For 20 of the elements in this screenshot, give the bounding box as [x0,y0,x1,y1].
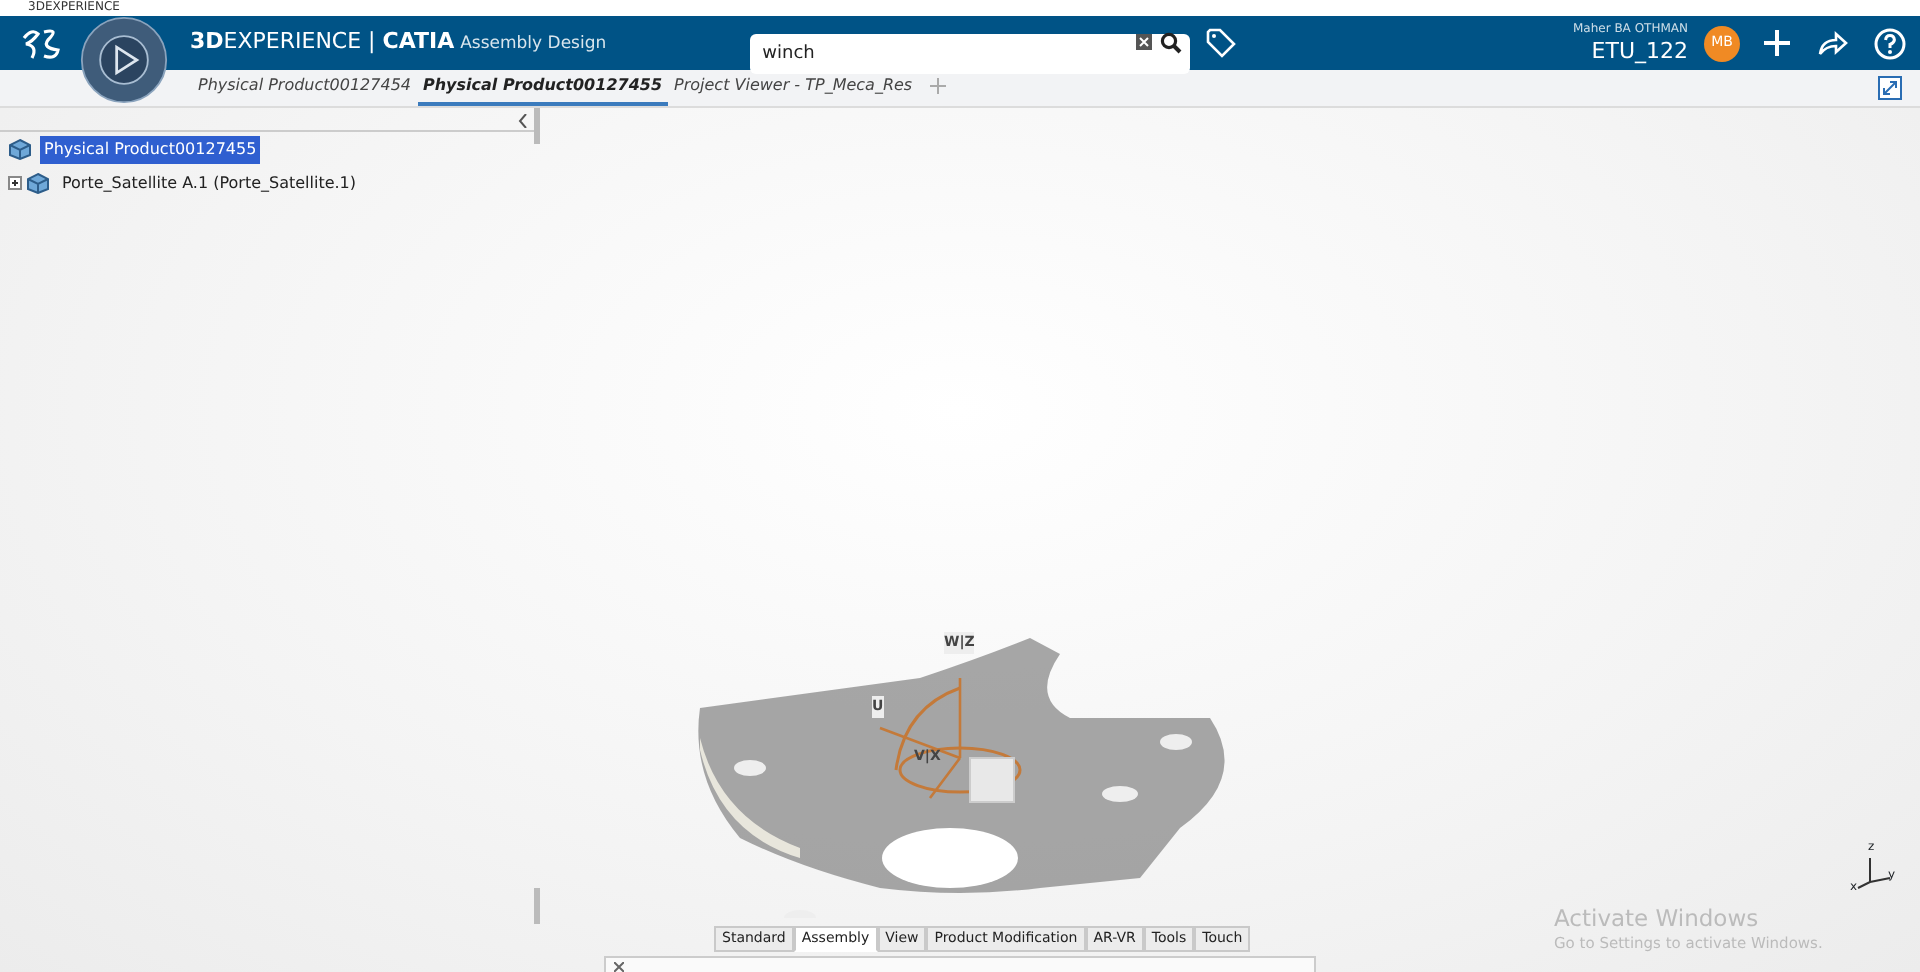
help-icon[interactable] [1874,27,1906,59]
expand-icon[interactable] [8,176,22,190]
minimize-icon[interactable] [1878,76,1902,100]
document-tab[interactable]: Physical Product00127454 [192,68,417,106]
brand-logo-icon [20,26,64,62]
document-tab[interactable]: Project Viewer - TP_Meca_Res [668,68,919,106]
user-role-dropdown[interactable]: ETU_122 [1572,40,1688,62]
close-icon[interactable] [614,961,624,971]
product-icon [8,138,32,160]
part-icon [26,172,50,194]
tree-item[interactable]: Porte_Satellite A.1 (Porte_Satellite.1) [58,169,361,197]
collapse-icon[interactable] [518,114,528,128]
search-icon[interactable] [1160,31,1183,53]
plus-icon[interactable] [1764,30,1790,56]
share-icon[interactable] [1818,30,1848,56]
tree-item[interactable]: Physical Product00127455 [40,135,261,163]
search-field[interactable]: winch [750,33,1191,73]
app-title: 3DEXPERIENCE | CATIA Assembly Design [190,26,607,59]
clear-icon[interactable] [1136,34,1153,50]
tag-icon[interactable] [1206,28,1237,58]
